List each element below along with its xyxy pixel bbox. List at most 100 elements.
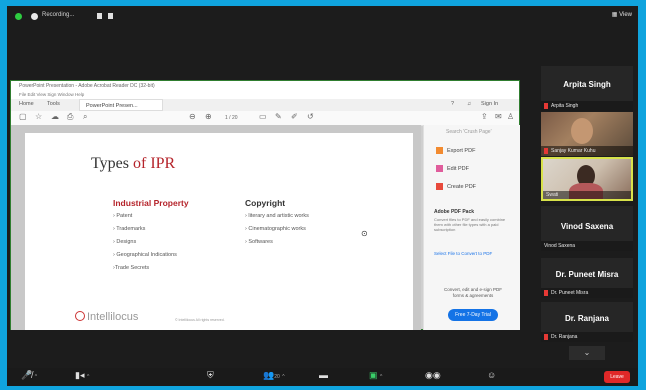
participant-name: Arpita Singh <box>563 80 611 89</box>
participant-tile[interactable]: Arpita Singh Arpita Singh <box>541 66 633 111</box>
star-icon[interactable]: ☆ <box>35 112 42 121</box>
mic-muted-icon <box>544 333 548 340</box>
mic-muted-icon <box>544 147 548 154</box>
leave-button[interactable]: Leave <box>604 371 630 383</box>
comment-icon[interactable]: ▭ <box>259 112 267 121</box>
list-item-text: Designs <box>116 239 137 245</box>
zoom-out-icon[interactable]: ⊖ <box>189 112 196 121</box>
participant-label-text: Swati <box>546 192 559 198</box>
participants-icon[interactable]: 👥20 ^ <box>263 370 285 381</box>
shared-screen: PowerPoint Presentation - Adobe Acrobat … <box>10 80 520 330</box>
share-icon[interactable]: ⇪ <box>481 112 488 121</box>
user-icon[interactable]: ♙ <box>507 112 514 121</box>
select-file-link[interactable]: Select File to Convert to PDF <box>434 251 492 256</box>
create-pdf-label: Create PDF <box>447 183 477 190</box>
share-screen-icon[interactable]: ▣ ^ <box>369 370 382 381</box>
list-item-text: Geographical Indications <box>116 252 177 258</box>
tools-search-input[interactable]: Search 'Crush Page' <box>446 129 492 135</box>
participant-label: Sanjay Kumar Kuhu <box>541 146 633 156</box>
tab-home[interactable]: Home <box>19 101 34 107</box>
zoom-window: Recording... ▦ View PowerPoint Presentat… <box>7 6 638 386</box>
participant-label-text: Sanjay Kumar Kuhu <box>551 148 596 154</box>
help-icon[interactable]: ? <box>451 101 454 107</box>
slide-footer: © Intellilocus All rights reserved. <box>175 318 225 322</box>
promo-text: Convert, edit and e-sign PDF forms & agr… <box>443 287 503 298</box>
mail-icon[interactable]: ✉ <box>495 112 502 121</box>
list-item: ›Trade Secrets <box>113 265 150 271</box>
copyright-heading: Copyright <box>245 198 286 208</box>
list-item: › Geographical Indications <box>113 252 177 258</box>
list-item-text: Trademarks <box>116 226 146 232</box>
slide-title-highlight: of IPR <box>132 155 176 172</box>
acrobat-toolbar: ▢ ☆ ☁ ⎙ ⌕ ⊖ ⊕ 1 / 20 ▭ ✎ ✐ ↺ ⇪ ✉ ♙ <box>11 111 519 126</box>
list-item-text: Cinematographic works <box>248 226 306 232</box>
pack-description: Convert files to PDF and easily combine … <box>434 217 506 232</box>
participant-tile[interactable]: Vinod Saxena Vinod Saxena <box>541 206 633 251</box>
list-item-text: literary and artistic works <box>248 213 309 219</box>
meeting-toolbar: 🎤̸ ^ ▮◂ ^ ⛨ 👥20 ^ ▬ ▣ ^ ◉◉ ☺ Leave <box>7 368 638 386</box>
participant-tile[interactable]: Dr. Puneet Misra Dr. Puneet Misra <box>541 258 633 298</box>
edit-pdf-icon <box>436 165 443 172</box>
chat-icon[interactable]: ▬ <box>319 370 328 380</box>
participant-label: Vinod Saxena <box>541 241 633 251</box>
create-pdf-icon <box>436 183 443 190</box>
print-icon[interactable]: ⎙ <box>67 112 73 122</box>
list-item-text: Trade Secrets <box>114 265 150 271</box>
participant-label: Swati <box>543 191 631 199</box>
pack-heading: Adobe PDF Pack <box>434 209 475 215</box>
edit-pdf-tool[interactable]: Edit PDF <box>436 165 469 172</box>
participant-tile[interactable]: Dr. Ranjana Dr. Ranjana <box>541 302 633 342</box>
slide-title: Types of IPR <box>91 155 175 173</box>
zoom-in-icon[interactable]: ⊕ <box>205 112 212 121</box>
undo-icon[interactable]: ↺ <box>307 112 314 121</box>
intellilocus-logo-icon <box>75 311 85 321</box>
list-item-text: Softwares <box>248 239 273 245</box>
create-pdf-tool[interactable]: Create PDF <box>436 183 476 190</box>
unmute-icon[interactable]: 🎤̸ ^ <box>21 370 37 381</box>
sign-in-link[interactable]: Sign In <box>481 101 498 107</box>
create-icon[interactable]: ▢ <box>19 112 27 121</box>
page-indicator: 1 / 20 <box>225 115 238 121</box>
acrobat-menu-bar: File Edit View Sign Window Help <box>11 91 519 99</box>
bell-icon[interactable]: ♫ <box>467 101 471 107</box>
presentation-slide: Types of IPR Industrial Property › Paten… <box>25 133 413 330</box>
edit-pdf-label: Edit PDF <box>447 165 470 172</box>
free-trial-button[interactable]: Free 7-Day Trial <box>448 309 498 321</box>
participant-label-text: Dr. Ranjana <box>551 334 578 340</box>
list-item-text: Patent <box>116 213 133 219</box>
list-item: › Trademarks <box>113 226 146 232</box>
more-participants-button[interactable]: ⌄ <box>569 346 605 360</box>
video-icon[interactable]: ▮◂ ^ <box>75 370 89 381</box>
security-icon[interactable]: ⛨ <box>207 370 214 381</box>
active-speaker-tile[interactable]: Swati <box>541 157 633 201</box>
meeting-info-icon[interactable] <box>15 13 22 20</box>
intellilocus-logo: Intellilocus <box>87 311 139 323</box>
industrial-property-heading: Industrial Property <box>113 198 189 208</box>
participant-label: Arpita Singh <box>541 101 633 111</box>
view-button[interactable]: ▦ View <box>612 11 632 18</box>
list-item: › Cinematographic works <box>245 226 306 232</box>
reactions-icon[interactable]: ☺ <box>487 370 496 380</box>
participant-video-tile[interactable]: Sanjay Kumar Kuhu <box>541 112 633 156</box>
recording-label: Recording... <box>42 12 75 18</box>
acrobat-tools-pane: Search 'Crush Page' Export PDF Edit PDF … <box>423 125 520 330</box>
tab-document[interactable]: PowerPoint Presen... <box>79 99 163 111</box>
highlight-icon[interactable]: ✐ <box>291 112 298 121</box>
export-pdf-tool[interactable]: Export PDF <box>436 147 475 154</box>
stop-recording-button[interactable] <box>108 13 113 19</box>
mouse-cursor-icon: ⊙ <box>361 229 368 238</box>
participant-label-text: Arpita Singh <box>551 103 579 109</box>
cloud-icon[interactable]: ☁ <box>51 112 59 121</box>
export-pdf-icon <box>436 147 443 154</box>
list-item: › Patent <box>113 213 133 219</box>
pause-recording-button[interactable] <box>97 13 102 19</box>
record-icon[interactable]: ◉◉ <box>425 370 441 381</box>
search-icon[interactable]: ⌕ <box>83 112 87 122</box>
acrobat-title-bar: PowerPoint Presentation - Adobe Acrobat … <box>11 81 519 91</box>
pen-icon[interactable]: ✎ <box>275 112 282 121</box>
participant-name: Dr. Ranjana <box>564 314 609 323</box>
slide-title-prefix: Types <box>91 155 133 172</box>
tab-tools[interactable]: Tools <box>47 101 60 107</box>
participants-count: 20 <box>274 374 280 380</box>
recording-icon <box>31 13 38 20</box>
